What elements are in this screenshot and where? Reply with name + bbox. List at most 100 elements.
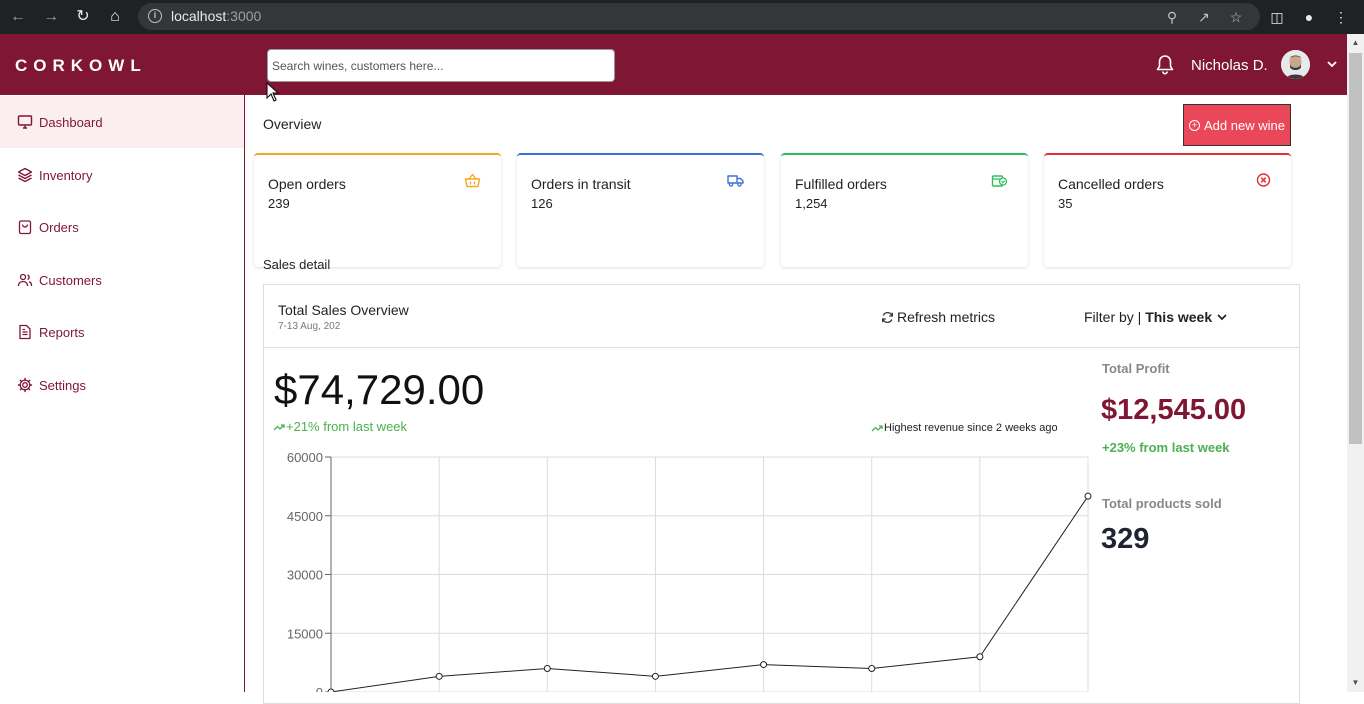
y-tick-label: 0 xyxy=(316,685,323,692)
card-value: 1,254 xyxy=(795,196,828,211)
plus-circle-icon: + xyxy=(1189,119,1201,131)
chevron-down-icon xyxy=(1217,314,1227,321)
layers-icon xyxy=(17,167,33,183)
delivered-icon xyxy=(991,175,1008,187)
basket-icon xyxy=(464,173,481,188)
sidebar-item-label: Reports xyxy=(39,324,85,340)
panel-title: Total Sales Overview xyxy=(278,302,409,318)
data-point xyxy=(1084,492,1092,500)
brand-logo[interactable]: CORKOWL xyxy=(15,56,147,76)
filter-dropdown[interactable]: Filter by | This week xyxy=(1084,309,1228,325)
app-header: CORKOWL Nicholas D. xyxy=(0,34,1347,95)
sales-detail-title: Sales detail xyxy=(263,257,331,272)
address-bar[interactable]: i localhost:3000 ⚲ ↗ ☆ xyxy=(138,3,1260,30)
user-menu-chevron-down-icon[interactable] xyxy=(1325,58,1339,70)
sales-line-chart: 0 15000 30000 45000 60000 xyxy=(287,450,1092,692)
back-icon[interactable]: ← xyxy=(7,6,29,28)
cancel-icon xyxy=(1256,173,1271,187)
side-panel-icon[interactable]: ◫ xyxy=(1265,5,1289,29)
browser-menu-icon[interactable]: ⋮ xyxy=(1329,5,1353,29)
profit-label: Total Profit xyxy=(1102,361,1170,376)
profit-value: $12,545.00 xyxy=(1101,394,1247,426)
y-tick-label: 60000 xyxy=(287,450,323,465)
y-tick-label: 30000 xyxy=(287,568,323,583)
card-value: 126 xyxy=(531,196,553,211)
sidebar-item-dashboard[interactable]: Dashboard xyxy=(0,96,244,148)
users-icon xyxy=(17,273,33,287)
sidebar-item-label: Settings xyxy=(39,377,86,393)
site-info-icon[interactable]: i xyxy=(148,9,162,23)
forward-icon[interactable]: → xyxy=(40,6,62,28)
sidebar-item-reports[interactable]: Reports xyxy=(0,306,244,358)
sidebar: Dashboard Inventory Orders Customers Rep… xyxy=(0,95,245,692)
zoom-icon[interactable]: ⚲ xyxy=(1162,7,1182,27)
data-point xyxy=(651,672,659,680)
refresh-icon xyxy=(882,311,893,323)
share-icon[interactable]: ↗ xyxy=(1194,7,1214,27)
y-tick-label: 45000 xyxy=(287,509,323,524)
overview-title: Overview xyxy=(263,116,322,132)
data-point xyxy=(435,672,443,680)
sidebar-item-label: Dashboard xyxy=(39,114,103,130)
products-sold-value: 329 xyxy=(1101,523,1150,555)
orders-in-transit-card[interactable]: Orders in transit 126 xyxy=(517,153,764,267)
filter-value: This week xyxy=(1145,309,1213,325)
open-orders-card[interactable]: Open orders 239 xyxy=(254,153,501,267)
highlight-note: Highest revenue since 2 weeks ago xyxy=(871,422,1058,434)
avatar[interactable] xyxy=(1281,50,1310,79)
search-input[interactable] xyxy=(267,49,615,82)
gear-icon xyxy=(17,377,33,393)
sidebar-item-label: Inventory xyxy=(39,167,93,183)
delta-text: +21% from last week xyxy=(286,419,408,434)
series-line xyxy=(330,495,1089,692)
highlight-text: Highest revenue since 2 weeks ago xyxy=(884,422,1058,434)
fulfilled-orders-card[interactable]: Fulfilled orders 1,254 xyxy=(781,153,1028,267)
notification-bell-icon[interactable] xyxy=(1155,54,1175,76)
data-point xyxy=(543,665,551,672)
y-tick-label: 15000 xyxy=(287,626,323,641)
card-title: Cancelled orders xyxy=(1058,176,1164,192)
refresh-metrics-button[interactable]: Refresh metrics xyxy=(881,309,995,325)
truck-icon xyxy=(727,175,744,187)
total-sales-value: $74,729.00 xyxy=(274,366,485,413)
products-sold-label: Total products sold xyxy=(1102,496,1222,511)
card-title: Open orders xyxy=(268,176,346,192)
home-icon[interactable]: ⌂ xyxy=(104,6,126,28)
page-scrollbar[interactable]: ▲ ▼ xyxy=(1347,34,1364,692)
add-new-wine-label: Add new wine xyxy=(1204,117,1285,133)
sidebar-item-label: Orders xyxy=(39,219,79,235)
card-title: Orders in transit xyxy=(531,176,631,192)
card-value: 239 xyxy=(268,196,290,211)
bag-icon xyxy=(18,220,32,235)
sidebar-item-settings[interactable]: Settings xyxy=(0,359,244,411)
card-value: 35 xyxy=(1058,196,1073,211)
scroll-down-icon[interactable]: ▼ xyxy=(1347,676,1364,690)
trending-up-icon xyxy=(273,423,285,430)
profit-delta: +23% from last week xyxy=(1102,440,1230,455)
monitor-icon xyxy=(17,115,33,129)
sidebar-item-orders[interactable]: Orders xyxy=(0,201,244,253)
sidebar-item-customers[interactable]: Customers xyxy=(0,254,244,306)
profile-icon[interactable]: ● xyxy=(1297,5,1321,29)
mouse-cursor-icon xyxy=(266,82,280,102)
date-range: 7-13 Aug, 202 xyxy=(278,321,341,332)
refresh-label: Refresh metrics xyxy=(897,309,996,325)
card-title: Fulfilled orders xyxy=(795,176,887,192)
scroll-thumb[interactable] xyxy=(1349,53,1362,444)
bookmark-star-icon[interactable]: ☆ xyxy=(1226,7,1246,27)
total-sales-delta: +21% from last week xyxy=(273,419,407,434)
trending-up-icon xyxy=(871,425,883,432)
filter-label: Filter by | xyxy=(1084,309,1142,325)
scroll-up-icon[interactable]: ▲ xyxy=(1347,36,1364,50)
panel-header: Total Sales Overview 7-13 Aug, 202 Refre… xyxy=(264,285,1299,348)
reload-icon[interactable]: ↻ xyxy=(72,6,94,28)
data-point xyxy=(868,665,876,672)
url-text: localhost:3000 xyxy=(171,8,262,24)
document-icon xyxy=(19,324,31,340)
sidebar-item-inventory[interactable]: Inventory xyxy=(0,149,244,201)
cancelled-orders-card[interactable]: Cancelled orders 35 xyxy=(1044,153,1291,267)
user-name[interactable]: Nicholas D. xyxy=(1191,57,1268,74)
sidebar-item-label: Customers xyxy=(39,272,102,288)
data-point xyxy=(976,653,984,661)
add-new-wine-button[interactable]: + Add new wine xyxy=(1183,104,1291,146)
